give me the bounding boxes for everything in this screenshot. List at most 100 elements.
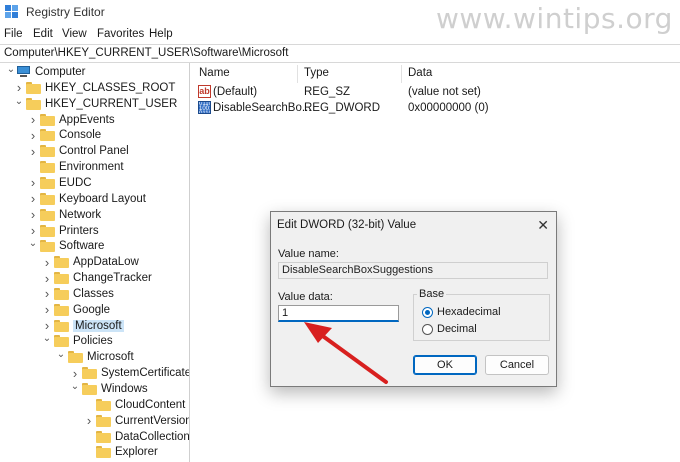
value-type: REG_SZ	[304, 86, 351, 98]
menu-view[interactable]: View	[62, 28, 87, 40]
tree-item[interactable]: ⌄ Policies	[42, 333, 113, 349]
tree-item[interactable]: CloudContent	[84, 397, 185, 413]
chevron-down-icon[interactable]: ⌄	[28, 236, 38, 252]
chevron-down-icon[interactable]: ⌄	[42, 331, 52, 347]
chevron-right-icon[interactable]: ›	[84, 413, 94, 429]
tree-item[interactable]: › Classes	[42, 286, 114, 302]
chevron-right-icon[interactable]: ›	[28, 143, 38, 159]
menu-file[interactable]: File	[4, 28, 23, 40]
tree-item[interactable]: › CurrentVersion	[84, 413, 190, 429]
value-data-label: Value data:	[278, 291, 333, 303]
address-path[interactable]: Computer\HKEY_CURRENT_USER\Software\Micr…	[4, 47, 288, 59]
tree-item[interactable]: ⌄ Microsoft	[56, 349, 134, 365]
tree-item[interactable]: ⌄ Software	[28, 238, 104, 254]
tree-item-label: Printers	[59, 224, 99, 237]
tree-item[interactable]: › HKEY_CLASSES_ROOT	[14, 80, 176, 96]
tree-item-label: HKEY_CLASSES_ROOT	[45, 81, 176, 94]
tree-item[interactable]: DataCollection	[84, 429, 190, 445]
tree-item-label: Microsoft	[87, 351, 134, 364]
tree-item[interactable]: › Console	[28, 127, 101, 143]
chevron-right-icon[interactable]: ›	[42, 270, 52, 286]
chevron-right-icon[interactable]: ›	[28, 175, 38, 191]
column-divider[interactable]	[297, 65, 298, 83]
string-value-icon: ab	[198, 85, 211, 98]
tree-item-label: DataCollection	[115, 430, 190, 443]
tree-item[interactable]: › AppEvents	[28, 112, 115, 128]
dialog-title: Edit DWORD (32-bit) Value	[277, 219, 417, 231]
folder-icon	[26, 97, 41, 110]
chevron-right-icon[interactable]: ›	[42, 254, 52, 270]
tree-item[interactable]: ⌄ Computer	[6, 64, 86, 80]
tree-item-label: Google	[73, 303, 111, 316]
tree-item-label: Computer	[35, 66, 86, 78]
chevron-down-icon[interactable]: ⌄	[6, 63, 16, 78]
chevron-right-icon[interactable]: ›	[28, 112, 38, 128]
tree-item[interactable]: Explorer	[84, 444, 158, 460]
cancel-button[interactable]: Cancel	[485, 355, 549, 375]
tree-item[interactable]: ⌄ HKEY_CURRENT_USER	[14, 96, 177, 112]
chevron-down-icon[interactable]: ⌄	[56, 347, 66, 363]
tree-item-label: EUDC	[59, 176, 92, 189]
tree-item-label: Control Panel	[59, 145, 129, 158]
tree-item-label: ChangeTracker	[73, 272, 152, 285]
column-header-name[interactable]: Name	[199, 67, 230, 79]
registry-editor-icon	[5, 5, 18, 18]
ok-button[interactable]: OK	[413, 355, 477, 375]
tree-item[interactable]: › Printers	[28, 223, 99, 239]
value-data-input[interactable]: 1	[278, 305, 399, 322]
chevron-down-icon[interactable]: ⌄	[70, 379, 80, 395]
hexadecimal-radio[interactable]	[422, 307, 433, 318]
folder-icon	[54, 256, 69, 269]
folder-icon	[54, 319, 69, 332]
tree-item-label: HKEY_CURRENT_USER	[45, 97, 178, 110]
tree-item[interactable]: › ChangeTracker	[42, 270, 152, 286]
folder-icon	[40, 208, 55, 221]
chevron-right-icon[interactable]: ›	[42, 302, 52, 318]
tree-item[interactable]: › Google	[42, 302, 110, 318]
value-name: DisableSearchBo...	[213, 102, 312, 114]
folder-icon	[40, 161, 55, 174]
tree-item[interactable]: › SystemCertificates	[70, 365, 190, 381]
chevron-right-icon[interactable]: ›	[28, 127, 38, 143]
value-name-label: Value name:	[278, 248, 339, 260]
address-bar[interactable]: Computer\HKEY_CURRENT_USER\Software\Micr…	[0, 44, 680, 63]
menu-favorites[interactable]: Favorites	[97, 28, 144, 40]
column-header-data[interactable]: Data	[408, 67, 432, 79]
folder-icon	[40, 176, 55, 189]
folder-icon	[40, 192, 55, 205]
column-divider[interactable]	[401, 65, 402, 83]
tree-item-label: CurrentVersion	[115, 414, 190, 427]
chevron-right-icon[interactable]: ›	[28, 207, 38, 223]
tree-item[interactable]: › Microsoft	[42, 318, 124, 334]
tree-item-label: CloudContent	[115, 398, 186, 411]
folder-icon	[40, 145, 55, 158]
decimal-label[interactable]: Decimal	[437, 323, 477, 335]
chevron-right-icon[interactable]: ›	[28, 191, 38, 207]
tree-item-label: Network	[59, 208, 102, 221]
tree-item[interactable]: › Network	[28, 207, 101, 223]
folder-icon	[82, 383, 97, 395]
tree-item-label: AppEvents	[59, 113, 115, 126]
chevron-right-icon[interactable]: ›	[42, 286, 52, 302]
folder-icon	[40, 224, 55, 237]
tree-item[interactable]: › Control Panel	[28, 143, 129, 159]
column-header-type[interactable]: Type	[304, 67, 329, 79]
tree-item[interactable]: › AppDataLow	[42, 254, 139, 270]
tree-item[interactable]: Environment	[28, 159, 124, 175]
computer-icon	[16, 66, 31, 78]
tree-item[interactable]: › EUDC	[28, 175, 92, 191]
menu-help[interactable]: Help	[149, 28, 173, 40]
close-icon[interactable]: ✕	[537, 217, 549, 234]
title-bar: Registry Editor www.wintips.org	[0, 0, 680, 35]
tree-item[interactable]: › Keyboard Layout	[28, 191, 146, 207]
decimal-radio[interactable]	[422, 324, 433, 335]
tree-item-label: SystemCertificates	[101, 367, 190, 380]
chevron-down-icon[interactable]: ⌄	[14, 93, 24, 109]
tree-item-label: Explorer	[115, 446, 158, 459]
menu-edit[interactable]: Edit	[33, 28, 53, 40]
tree-item[interactable]: ⌄ Windows	[70, 381, 148, 397]
hexadecimal-label[interactable]: Hexadecimal	[437, 306, 501, 318]
